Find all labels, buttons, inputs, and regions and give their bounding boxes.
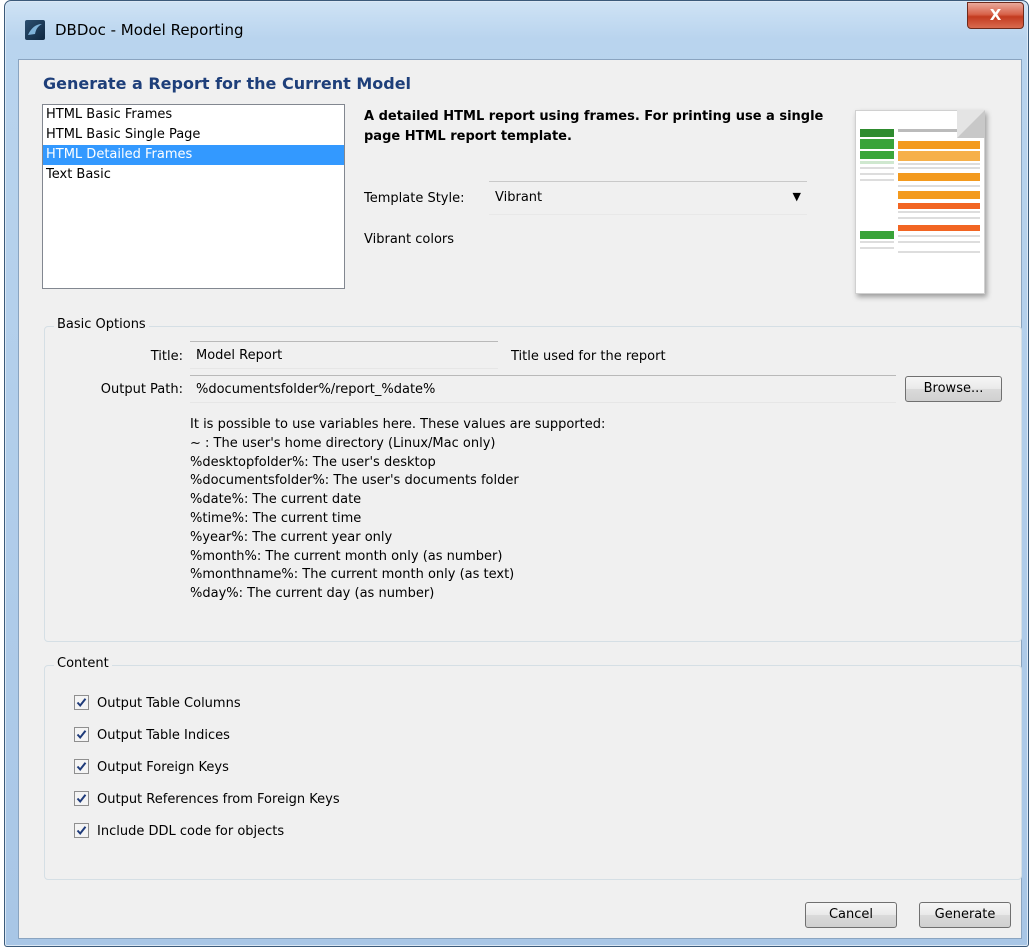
close-button[interactable]: X xyxy=(967,2,1024,29)
page-curl-decoration xyxy=(957,110,985,138)
checkbox-label: Output Table Columns xyxy=(97,696,241,711)
variables-help-line: %desktopfolder%: The user's desktop xyxy=(190,454,436,470)
title-bar[interactable]: DBDoc - Model Reporting X xyxy=(5,1,1028,61)
variables-help-line: %day%: The current day (as number) xyxy=(190,586,435,602)
generate-button[interactable]: Generate xyxy=(919,902,1011,928)
template-item-text-basic[interactable]: Text Basic xyxy=(43,165,344,185)
variables-help-line: ~ : The user's home directory (Linux/Mac… xyxy=(190,435,496,451)
checkbox-checked[interactable] xyxy=(74,727,89,742)
template-item-html-detailed-frames[interactable]: HTML Detailed Frames xyxy=(43,145,344,165)
title-field-label: Title: xyxy=(150,349,183,364)
variables-help-line: %month%: The current month only (as numb… xyxy=(190,548,503,564)
template-preview-thumbnail xyxy=(847,102,993,300)
template-description: A detailed HTML report using frames. For… xyxy=(364,109,824,144)
cancel-button[interactable]: Cancel xyxy=(805,902,897,928)
dialog-body: Generate a Report for the Current Model … xyxy=(18,59,1022,939)
variables-help: It is possible to use variables here. Th… xyxy=(190,416,605,604)
variables-help-line: It is possible to use variables here. Th… xyxy=(190,417,606,432)
checkbox-label: Output Foreign Keys xyxy=(97,760,229,775)
template-item-html-basic-frames[interactable]: HTML Basic Frames xyxy=(43,105,344,125)
close-icon: X xyxy=(989,6,1002,24)
checkbox-checked[interactable] xyxy=(74,823,89,838)
browse-button[interactable]: Browse... xyxy=(905,376,1002,402)
variables-help-line: %monthname%: The current month only (as … xyxy=(190,567,515,583)
checkbox-label: Include DDL code for objects xyxy=(97,824,285,839)
template-style-value: Vibrant xyxy=(495,190,543,205)
checkbox-label: Output References from Foreign Keys xyxy=(97,792,340,807)
title-input[interactable]: Model Report xyxy=(190,341,498,369)
title-hint: Title used for the report xyxy=(511,349,666,364)
dialog-window: DBDoc - Model Reporting X Generate a Rep… xyxy=(4,0,1029,947)
content-legend: Content xyxy=(54,656,112,671)
template-style-select[interactable]: Vibrant ▼ xyxy=(489,181,807,215)
include-ddl-option[interactable]: Include DDL code for objects xyxy=(74,823,285,844)
basic-options-group: Basic Options Title: Model Report Title … xyxy=(44,317,1022,642)
output-path-label: Output Path: xyxy=(100,382,183,397)
content-group: Content Output Table Columns Output Tabl… xyxy=(44,656,1022,880)
variables-help-line: %time%: The current time xyxy=(190,510,362,526)
checkbox-label: Output Table Indices xyxy=(97,728,230,743)
chevron-down-icon: ▼ xyxy=(792,190,801,203)
checkbox-checked[interactable] xyxy=(74,695,89,710)
template-list[interactable]: HTML Basic Frames HTML Basic Single Page… xyxy=(42,104,345,289)
template-style-label: Template Style: xyxy=(364,191,465,206)
output-path-input[interactable]: %documentsfolder%/report_%date% xyxy=(190,375,896,403)
template-item-html-basic-single-page[interactable]: HTML Basic Single Page xyxy=(43,125,344,145)
variables-help-line: %year%: The current year only xyxy=(190,529,393,545)
variables-help-line: %date%: The current date xyxy=(190,492,362,508)
page-title: Generate a Report for the Current Model xyxy=(43,74,412,93)
output-references-option[interactable]: Output References from Foreign Keys xyxy=(74,791,340,812)
output-table-indices-option[interactable]: Output Table Indices xyxy=(74,727,230,748)
variables-help-line: %documentsfolder%: The user's documents … xyxy=(190,473,519,489)
checkbox-checked[interactable] xyxy=(74,791,89,806)
checkbox-checked[interactable] xyxy=(74,759,89,774)
window-title: DBDoc - Model Reporting xyxy=(55,21,244,39)
template-style-description: Vibrant colors xyxy=(364,232,455,247)
output-foreign-keys-option[interactable]: Output Foreign Keys xyxy=(74,759,229,780)
output-table-columns-option[interactable]: Output Table Columns xyxy=(74,695,241,716)
basic-options-legend: Basic Options xyxy=(54,317,149,332)
dolphin-app-icon xyxy=(25,20,45,40)
